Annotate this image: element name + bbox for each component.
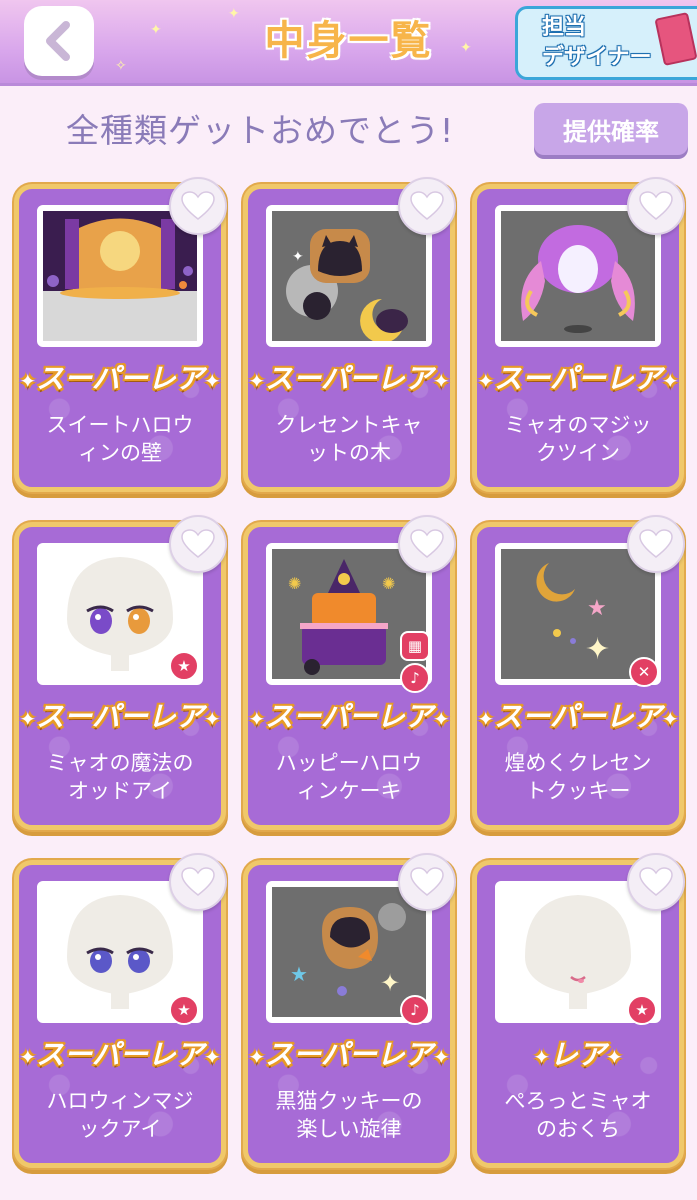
black-cat-cookie-illustration: ★ ✦ (272, 887, 426, 1017)
rarity-label: ✦スーパーレア✦ (477, 362, 679, 395)
item-name: ミャオの魔法の オッドアイ (46, 751, 194, 803)
item-name: 煌めくクレセン トクッキー (504, 751, 652, 803)
item-card[interactable]: ★ ✦ ♪ ✦スーパーレア✦ 黒猫クッキーの 楽しい旋律 (243, 853, 456, 1168)
rarity-label: ✦スーパーレア✦ (248, 700, 450, 733)
star-badge-icon: ★ (169, 995, 199, 1025)
star-badge-icon: ★ (627, 995, 657, 1025)
favorite-heart-button[interactable] (169, 515, 227, 573)
svg-text:✺: ✺ (288, 574, 301, 593)
top-bar: ✦ ✦ ✦ ✧ 中身一覧 担当 デザイナー (0, 0, 697, 86)
heart-icon (410, 191, 444, 220)
favorite-heart-button[interactable] (398, 853, 456, 911)
svg-text:✦: ✦ (380, 969, 400, 997)
rarity-label: ✦スーパーレア✦ (477, 700, 679, 733)
rarity-label: ✦スーパーレア✦ (248, 362, 450, 395)
item-card[interactable]: ★ ✦スーパーレア✦ ハロウィンマジ ックアイ (14, 853, 227, 1168)
heart-icon (639, 867, 673, 896)
heart-icon (410, 867, 444, 896)
item-name: ハッピーハロウ ィンケーキ (275, 751, 423, 803)
music-badge-icon: ♪ (400, 663, 430, 693)
favorite-heart-button[interactable] (627, 515, 685, 573)
drop-rate-button[interactable]: 提供確率 (534, 103, 688, 155)
heart-icon (639, 191, 673, 220)
star-badge-icon: ★ (169, 651, 199, 681)
svg-text:★: ★ (587, 596, 607, 621)
item-name: ミャオのマジッ クツイン (504, 413, 652, 465)
favorite-heart-button[interactable] (398, 177, 456, 235)
heart-icon (181, 529, 215, 558)
item-card[interactable]: ✦ ✦スーパーレア✦ クレセントキャ ットの木 (243, 177, 456, 492)
moon-sparkle-illustration: ★ ✦ (501, 549, 655, 679)
rarity-label: ✦スーパーレア✦ (248, 1038, 450, 1071)
favorite-heart-button[interactable] (627, 177, 685, 235)
gift-badge-icon: ▦ (400, 631, 430, 661)
stage-scene-illustration (43, 211, 197, 341)
item-name: ぺろっとミャオ のおくち (504, 1089, 652, 1141)
svg-text:★: ★ (290, 962, 308, 986)
favorite-heart-button[interactable] (398, 515, 456, 573)
item-name: 黒猫クッキーの 楽しい旋律 (275, 1089, 423, 1141)
item-card[interactable]: ★ ✦ ✕ ✦スーパーレア✦ 煌めくクレセン トクッキー (472, 515, 685, 830)
twin-hair-illustration (501, 211, 655, 341)
item-card[interactable]: ★ ✦レア✦ ぺろっとミャオ のおくち (472, 853, 685, 1168)
item-card[interactable]: ★ ✦スーパーレア✦ ミャオの魔法の オッドアイ (14, 515, 227, 830)
designer-button[interactable]: 担当 デザイナー (515, 6, 697, 80)
music-badge-icon: ♪ (400, 995, 430, 1025)
item-name: ハロウィンマジ ックアイ (46, 1089, 194, 1141)
rarity-label: ✦スーパーレア✦ (19, 1038, 221, 1071)
heart-icon (181, 191, 215, 220)
item-card[interactable]: ✦スーパーレア✦ スイートハロウ ィンの壁 (14, 177, 227, 492)
item-name: クレセントキャ ットの木 (275, 413, 423, 465)
congrats-message: 全種類ゲットおめでとう! (66, 111, 455, 150)
svg-text:✦: ✦ (292, 249, 304, 265)
item-name: スイートハロウ ィンの壁 (46, 413, 194, 465)
item-card[interactable]: ✺ ✺ ▦ ♪ ✦スーパーレア✦ ハッピーハロウ ィンケーキ (243, 515, 456, 830)
svg-text:✦: ✦ (585, 632, 610, 667)
tool-badge-icon: ✕ (629, 657, 659, 687)
item-card[interactable]: ✦スーパーレア✦ ミャオのマジッ クツイン (472, 177, 685, 492)
heart-icon (181, 867, 215, 896)
rarity-label: ✦レア✦ (533, 1038, 623, 1071)
favorite-heart-button[interactable] (169, 853, 227, 911)
heart-icon (410, 529, 444, 558)
rarity-label: ✦スーパーレア✦ (19, 362, 221, 395)
heart-icon (639, 529, 673, 558)
svg-text:✺: ✺ (382, 574, 395, 593)
favorite-heart-button[interactable] (627, 853, 685, 911)
favorite-heart-button[interactable] (169, 177, 227, 235)
rarity-label: ✦スーパーレア✦ (19, 700, 221, 733)
cat-cookies-illustration: ✦ (272, 211, 426, 341)
